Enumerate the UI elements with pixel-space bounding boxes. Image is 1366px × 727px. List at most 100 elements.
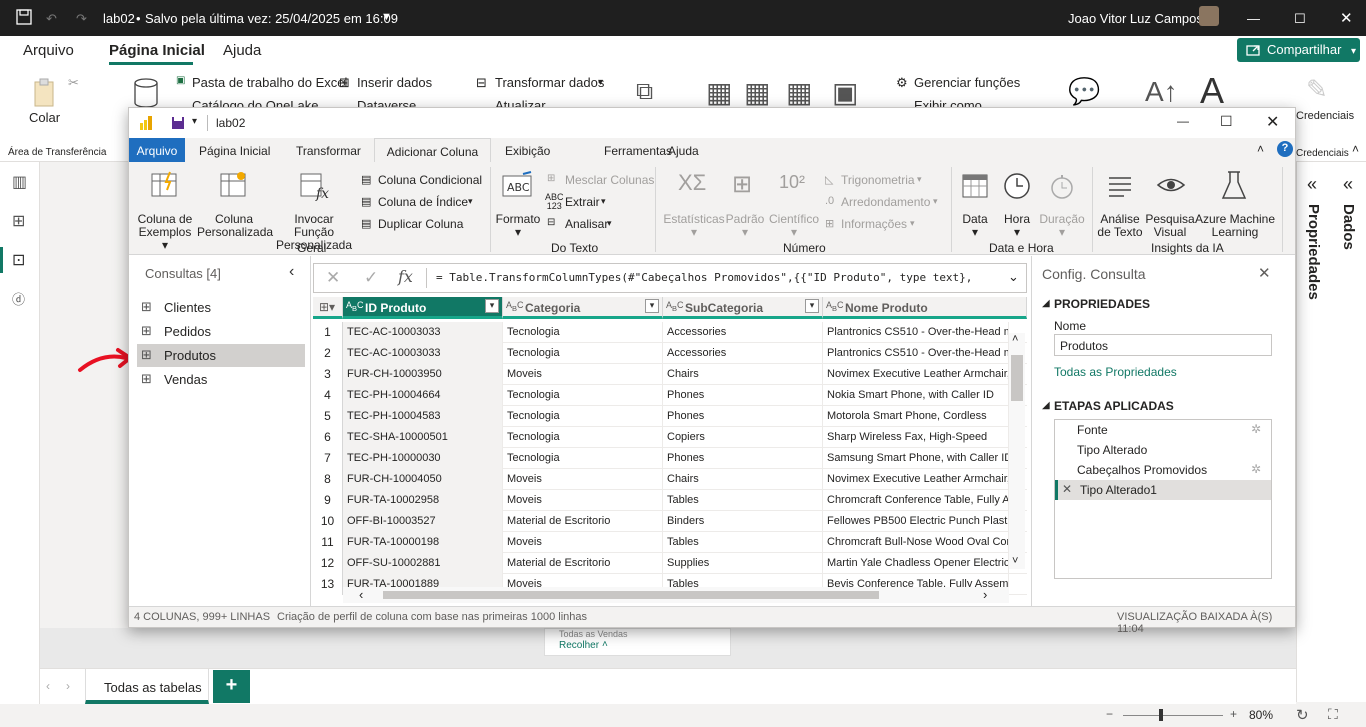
- custom-column-button[interactable]: Coluna Personalizada: [197, 213, 273, 239]
- tab-adicionar-coluna[interactable]: Adicionar Coluna: [374, 138, 491, 163]
- table-cell[interactable]: Binders: [663, 511, 823, 532]
- table-cell[interactable]: OFF-BI-10003527: [343, 511, 503, 532]
- table-cell[interactable]: Samsung Smart Phone, with Caller ID: [823, 448, 1009, 469]
- table-cell[interactable]: Material de Escritorio: [503, 511, 663, 532]
- menu-ajuda[interactable]: Ajuda: [223, 42, 261, 59]
- dax-view-icon[interactable]: ⓓ: [12, 289, 25, 308]
- table-cell[interactable]: FUR-CH-10004050: [343, 469, 503, 490]
- table-row[interactable]: 5 TEC-PH-10004583 Tecnologia Phones Motorola…: [313, 406, 1027, 427]
- column-from-examples-button[interactable]: Coluna de Exemplos ▾: [135, 213, 195, 252]
- tab-ferramentas[interactable]: Ferramentas: [604, 138, 672, 162]
- parse-button[interactable]: Analisar: [565, 217, 608, 231]
- database-icon[interactable]: [133, 78, 159, 110]
- close-settings-icon[interactable]: ✕: [1258, 264, 1271, 282]
- share-button[interactable]: Compartilhar ▾: [1237, 38, 1360, 62]
- text-analytics-button[interactable]: Análise de Texto: [1095, 213, 1145, 239]
- step-cabecalhos-promovidos[interactable]: Cabeçalhos Promovidos ✲: [1055, 460, 1271, 480]
- table-cell[interactable]: Motorola Smart Phone, Cordless: [823, 406, 1009, 427]
- index-column-button[interactable]: Coluna de Índice: [378, 195, 468, 209]
- insert-data-button[interactable]: Inserir dados: [357, 75, 432, 90]
- collapse-queries-icon[interactable]: ‹: [289, 263, 294, 281]
- table-row[interactable]: 7 TEC-PH-10000030 Tecnologia Phones Samsung …: [313, 448, 1027, 469]
- table-cell[interactable]: Material de Escritorio: [503, 553, 663, 574]
- excel-workbook-button[interactable]: Pasta de trabalho do Excel: [192, 75, 347, 90]
- quick-measure-icon[interactable]: ▣: [832, 76, 858, 109]
- expand-formula-icon[interactable]: ⌄: [1008, 269, 1019, 285]
- table-cell[interactable]: Phones: [663, 406, 823, 427]
- table-cell[interactable]: TEC-AC-10003033: [343, 322, 503, 343]
- help-icon[interactable]: ?: [1277, 141, 1293, 157]
- tab-exibicao[interactable]: Exibição: [505, 138, 550, 162]
- time-button[interactable]: Hora ▾: [995, 213, 1039, 239]
- table-cell[interactable]: Plantronics CS510 - Over-the-Head mono: [823, 322, 1009, 343]
- step-tipo-alterado1[interactable]: ✕ Tipo Alterado1: [1055, 480, 1271, 500]
- calculator-icon[interactable]: ▦: [706, 76, 732, 109]
- cancel-formula-icon[interactable]: ✕: [326, 268, 340, 288]
- step-fonte[interactable]: Fonte ✲: [1055, 420, 1271, 440]
- information-button[interactable]: Informações: [841, 217, 907, 231]
- collapse-ribbon-icon[interactable]: ˄: [1257, 142, 1264, 156]
- tab-arquivo[interactable]: Arquivo: [129, 138, 185, 162]
- table-cell[interactable]: Chairs: [663, 364, 823, 385]
- function-icon[interactable]: fx: [398, 267, 413, 286]
- save-icon[interactable]: [16, 9, 32, 25]
- table-cell[interactable]: TEC-PH-10004583: [343, 406, 503, 427]
- table-row[interactable]: 11 FUR-TA-10000198 Moveis Tables Chromcraft …: [313, 532, 1027, 553]
- scientific-button[interactable]: Científico ▾: [765, 213, 823, 239]
- maximize-icon[interactable]: ☐: [1220, 113, 1233, 130]
- collapse-properties-icon[interactable]: «: [1307, 174, 1317, 195]
- table-cell[interactable]: Tables: [663, 532, 823, 553]
- table-row[interactable]: 8 FUR-CH-10004050 Moveis Chairs Novimex Exec…: [313, 469, 1027, 490]
- date-button[interactable]: Data ▾: [955, 213, 995, 239]
- tab-transformar[interactable]: Transformar: [296, 138, 361, 162]
- quick-access-chevron-icon[interactable]: ▾: [192, 116, 197, 127]
- table-cell[interactable]: Sharp Wireless Fax, High-Speed: [823, 427, 1009, 448]
- data-pane-label[interactable]: Dados: [1340, 204, 1357, 250]
- trigonometry-button[interactable]: Trigonometria: [841, 173, 915, 187]
- table-row[interactable]: 3 FUR-CH-10003950 Moveis Chairs Novimex Exec…: [313, 364, 1027, 385]
- table-cell[interactable]: Phones: [663, 385, 823, 406]
- table-cell[interactable]: Moveis: [503, 469, 663, 490]
- table-cell[interactable]: Nokia Smart Phone, with Caller ID: [823, 385, 1009, 406]
- vision-button[interactable]: Pesquisa Visual: [1145, 213, 1195, 239]
- matrix-icon[interactable]: ▦: [744, 76, 770, 109]
- table-cell[interactable]: Tables: [663, 490, 823, 511]
- fit-page-icon[interactable]: ⛶: [1328, 706, 1338, 723]
- zoom-in-icon[interactable]: +: [1230, 707, 1237, 721]
- transform-data-button[interactable]: Transformar dados: [495, 75, 604, 90]
- table-cell[interactable]: Moveis: [503, 490, 663, 511]
- new-visual-icon[interactable]: ⧉: [636, 78, 653, 106]
- credentials-icon[interactable]: ✎: [1306, 74, 1328, 105]
- duplicate-column-button[interactable]: Duplicar Coluna: [378, 217, 463, 231]
- table-visual-icon[interactable]: ▦: [786, 76, 812, 109]
- collapse-ribbon-icon[interactable]: ˄: [1352, 142, 1359, 156]
- table-cell[interactable]: FUR-TA-10000198: [343, 532, 503, 553]
- table-cell[interactable]: Martin Yale Chadless Opener Electric: [823, 553, 1009, 574]
- vertical-scrollbar[interactable]: ˄ ˅: [1009, 333, 1025, 569]
- all-properties-link[interactable]: Todas as Propriedades: [1054, 365, 1177, 379]
- tab-ajuda[interactable]: Ajuda: [668, 138, 699, 162]
- menu-arquivo[interactable]: Arquivo: [23, 42, 74, 59]
- table-cell[interactable]: Tecnologia: [503, 427, 663, 448]
- table-cell[interactable]: Tecnologia: [503, 343, 663, 364]
- table-cell[interactable]: Chromcraft Conference Table, Fully Assem: [823, 490, 1009, 511]
- table-cell[interactable]: TEC-PH-10004664: [343, 385, 503, 406]
- confirm-formula-icon[interactable]: ✓: [364, 268, 378, 288]
- query-produtos[interactable]: ⊞ Produtos: [137, 344, 305, 367]
- column-header-nome-produto[interactable]: ABC Nome Produto: [823, 297, 1027, 319]
- add-tab-button[interactable]: +: [213, 670, 250, 703]
- profiling-status[interactable]: Criação de perfil de coluna com base nas…: [277, 611, 587, 623]
- undo-icon[interactable]: ↶: [46, 11, 57, 27]
- table-cell[interactable]: Supplies: [663, 553, 823, 574]
- save-icon[interactable]: [171, 116, 185, 130]
- table-row[interactable]: 10 OFF-BI-10003527 Material de Escritorio B…: [313, 511, 1027, 532]
- applied-steps-header[interactable]: ETAPAS APLICADAS: [1054, 399, 1174, 413]
- close-icon[interactable]: ✕: [1266, 112, 1279, 132]
- manage-functions-button[interactable]: Gerenciar funções: [914, 75, 1020, 90]
- table-cell[interactable]: Novimex Executive Leather Armchair, Blac: [823, 364, 1009, 385]
- table-cell[interactable]: TEC-AC-10003033: [343, 343, 503, 364]
- table-row[interactable]: 6 TEC-SHA-10000501 Tecnologia Copiers Sharp …: [313, 427, 1027, 448]
- paste-icon[interactable]: [32, 78, 58, 108]
- extract-button[interactable]: Extrair: [565, 195, 600, 209]
- table-cell[interactable]: Chromcraft Bull-Nose Wood Oval Confere: [823, 532, 1009, 553]
